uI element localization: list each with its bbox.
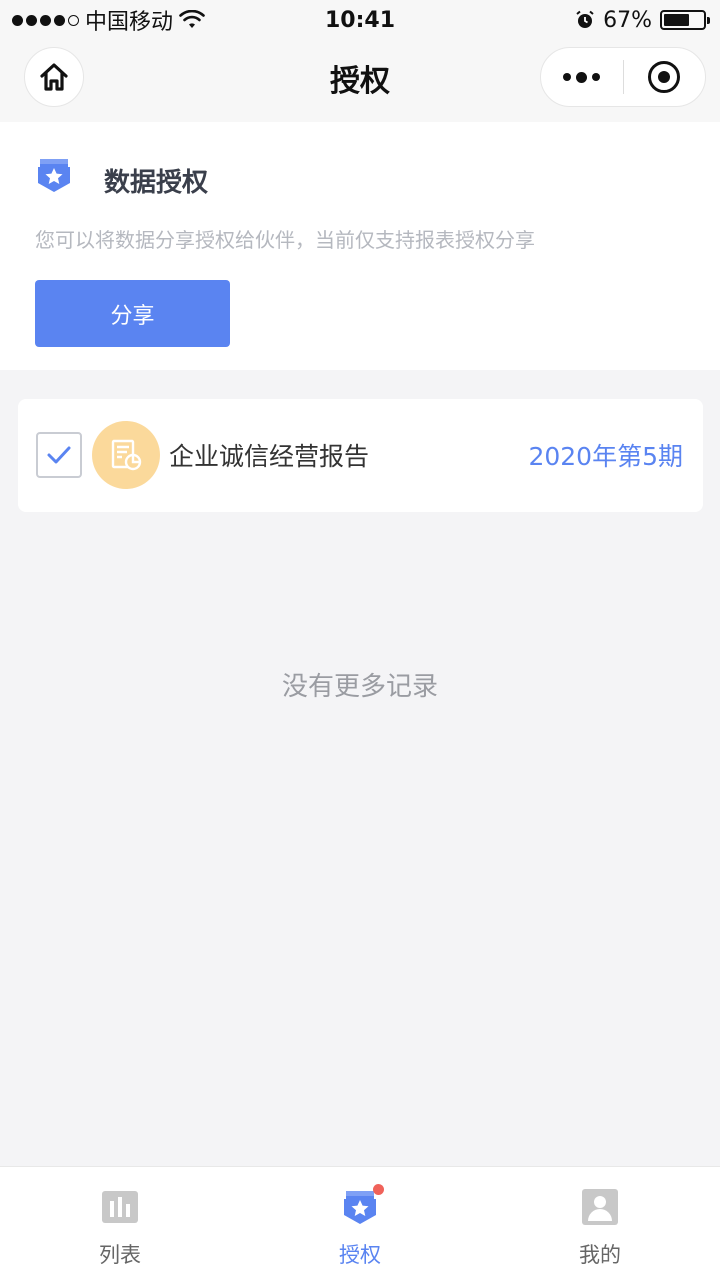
tab-label: 列表 <box>99 1243 141 1267</box>
shield-star-icon <box>38 159 70 192</box>
tab-authorize[interactable]: 授权 <box>240 1167 480 1280</box>
report-avatar <box>92 421 160 489</box>
report-document-icon <box>111 439 142 471</box>
no-more-records-text: 没有更多记录 <box>281 672 438 702</box>
tab-mine[interactable]: 我的 <box>480 1167 720 1280</box>
bar-chart-icon <box>102 1191 138 1223</box>
data-authorization-card: 数据授权 您可以将数据分享授权给伙伴，当前仅支持报表授权分享 分享 <box>0 122 720 370</box>
target-icon <box>648 61 681 93</box>
tab-label: 我的 <box>579 1243 621 1267</box>
battery-level <box>664 14 690 26</box>
close-miniprogram-button[interactable] <box>624 48 706 106</box>
section-description: 您可以将数据分享授权给伙伴，当前仅支持报表授权分享 <box>35 228 535 252</box>
checkmark-icon <box>47 446 71 464</box>
report-name: 企业诚信经营报告 <box>169 442 370 471</box>
battery-percent: 67% <box>603 7 652 33</box>
signal-strength-icon <box>12 14 79 26</box>
report-checkbox[interactable] <box>36 432 82 478</box>
tab-label: 授权 <box>339 1243 381 1267</box>
notification-badge <box>373 1184 384 1195</box>
status-bar: 中国移动 10:41 67% <box>0 0 720 40</box>
tab-icon-wrapper <box>340 1184 384 1227</box>
wifi-icon <box>179 10 205 28</box>
list-item[interactable]: 企业诚信经营报告 2020年第5期 <box>18 399 703 512</box>
miniprogram-capsule <box>540 47 706 107</box>
report-period: 2020年第5期 <box>528 442 683 471</box>
user-icon <box>582 1189 618 1225</box>
nav-bar: 授权 <box>0 40 720 122</box>
status-right: 67% <box>575 7 710 33</box>
carrier-name: 中国移动 <box>85 10 174 35</box>
share-button[interactable]: 分享 <box>35 280 230 347</box>
tab-bar: 列表 授权 我的 <box>0 1166 720 1280</box>
battery-icon <box>660 10 710 30</box>
section-title: 数据授权 <box>104 168 209 198</box>
alarm-icon <box>576 10 594 28</box>
more-menu-button[interactable] <box>541 48 623 106</box>
status-left: 中国移动 <box>12 4 205 36</box>
tab-list[interactable]: 列表 <box>0 1167 240 1280</box>
